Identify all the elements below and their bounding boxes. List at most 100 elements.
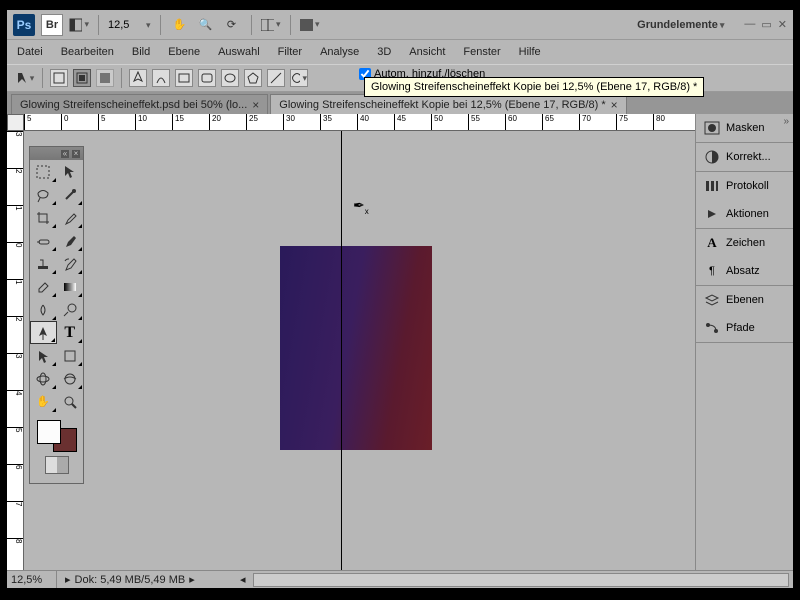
ruler-origin[interactable]: [7, 114, 24, 131]
tools-panel[interactable]: « ×: [29, 146, 84, 484]
foreground-color-swatch[interactable]: [37, 420, 61, 444]
healing-brush-tool[interactable]: [30, 229, 57, 252]
menu-3d[interactable]: 3D: [377, 46, 391, 58]
panel-masken[interactable]: Masken: [696, 114, 793, 142]
bridge-logo-icon[interactable]: Br: [41, 14, 63, 36]
ellipse-shape-icon[interactable]: [221, 69, 239, 87]
horizontal-scrollbar[interactable]: [253, 573, 789, 587]
minimize-button[interactable]: —: [744, 18, 755, 31]
menu-bearbeiten[interactable]: Bearbeiten: [61, 46, 114, 58]
info-popup-icon[interactable]: ▸: [65, 573, 71, 586]
3d-rotate-tool[interactable]: [30, 367, 57, 390]
document-tab[interactable]: Glowing Streifenscheineffekt Kopie bei 1…: [270, 94, 626, 114]
canvas-area[interactable]: 505101520253035404550556065707580 321012…: [7, 114, 695, 570]
menu-analyse[interactable]: Analyse: [320, 46, 359, 58]
panel-label: Aktionen: [726, 208, 769, 220]
close-tab-icon[interactable]: ×: [252, 98, 259, 112]
panel-collapse-icon[interactable]: »: [783, 116, 789, 127]
menu-fenster[interactable]: Fenster: [463, 46, 500, 58]
panel-pfade[interactable]: Pfade: [696, 314, 793, 342]
fill-pixels-icon[interactable]: [96, 69, 114, 87]
close-icon[interactable]: ×: [72, 150, 80, 158]
zoom-level[interactable]: 12,5%: [7, 571, 57, 588]
freeform-pen-icon[interactable]: [152, 69, 170, 87]
menu-hilfe[interactable]: Hilfe: [519, 46, 541, 58]
rounded-rect-icon[interactable]: [198, 69, 216, 87]
workspace-switcher[interactable]: Grundelemente: [631, 19, 730, 31]
paths-icon[interactable]: [73, 69, 91, 87]
close-tab-icon[interactable]: ×: [611, 98, 618, 112]
maximize-button[interactable]: ▭: [761, 18, 771, 31]
scroll-left-icon[interactable]: ◂: [237, 573, 249, 586]
rotate-view-icon[interactable]: ⟳: [222, 15, 242, 35]
panel-ebenen[interactable]: Ebenen: [696, 286, 793, 314]
close-button[interactable]: ✕: [778, 18, 787, 31]
crop-tool[interactable]: [30, 206, 57, 229]
zoom-dropdown-arrow[interactable]: [144, 19, 151, 31]
3d-orbit-tool[interactable]: [57, 367, 84, 390]
document-tooltip: Glowing Streifenscheineffekt Kopie bei 1…: [364, 77, 704, 97]
panel-absatz[interactable]: ¶Absatz: [696, 257, 793, 285]
tool-preset-picker[interactable]: [15, 68, 35, 88]
right-panels: » Masken Korrekt... Protokoll Aktionen A…: [695, 114, 793, 570]
vertical-guide[interactable]: [341, 131, 342, 570]
quick-mask-toggle[interactable]: [45, 456, 69, 474]
canvas-artwork: [280, 246, 432, 450]
hand-tool[interactable]: ✋: [30, 390, 57, 413]
panel-zeichen[interactable]: AZeichen: [696, 229, 793, 257]
line-shape-icon[interactable]: [267, 69, 285, 87]
panel-label: Zeichen: [726, 237, 765, 249]
panel-protokoll[interactable]: Protokoll: [696, 172, 793, 200]
polygon-shape-icon[interactable]: [244, 69, 262, 87]
pen-tool[interactable]: [30, 321, 57, 344]
menu-ansicht[interactable]: Ansicht: [409, 46, 445, 58]
zoom-tool-icon[interactable]: 🔍: [196, 15, 216, 35]
collapse-icon[interactable]: «: [61, 150, 69, 158]
move-tool[interactable]: [57, 160, 84, 183]
zoom-preset[interactable]: 12,5: [108, 19, 138, 31]
panel-label: Absatz: [726, 265, 760, 277]
dodge-tool[interactable]: [57, 298, 84, 321]
document-tab[interactable]: Glowing Streifenscheineffekt.psd bei 50%…: [11, 94, 268, 114]
panel-label: Masken: [726, 122, 765, 134]
type-tool[interactable]: T: [57, 321, 84, 344]
panel-aktionen[interactable]: Aktionen: [696, 200, 793, 228]
pen-tool-icon[interactable]: [129, 69, 147, 87]
horizontal-ruler[interactable]: 505101520253035404550556065707580: [24, 114, 695, 131]
custom-shape-icon[interactable]: [290, 69, 308, 87]
zoom-tool[interactable]: [57, 390, 84, 413]
menu-datei[interactable]: Datei: [17, 46, 43, 58]
info-menu-icon[interactable]: ▸: [189, 573, 195, 586]
menu-filter[interactable]: Filter: [278, 46, 302, 58]
panel-korrekturen[interactable]: Korrekt...: [696, 143, 793, 171]
clone-stamp-tool[interactable]: [30, 252, 57, 275]
history-icon: [704, 178, 720, 194]
arrange-docs-dropdown[interactable]: [261, 15, 281, 35]
eyedropper-tool[interactable]: [57, 206, 84, 229]
color-swatches[interactable]: [37, 420, 77, 452]
screen-mode-dropdown[interactable]: [300, 15, 320, 35]
magic-wand-tool[interactable]: [57, 183, 84, 206]
shape-tool[interactable]: [57, 344, 84, 367]
rectangle-shape-icon[interactable]: [175, 69, 193, 87]
eraser-tool[interactable]: [30, 275, 57, 298]
tools-panel-header[interactable]: « ×: [30, 147, 83, 160]
marquee-tool[interactable]: [30, 160, 57, 183]
gradient-tool[interactable]: [57, 275, 84, 298]
document-tab-label: Glowing Streifenscheineffekt Kopie bei 1…: [279, 99, 605, 111]
menu-ebene[interactable]: Ebene: [168, 46, 200, 58]
path-selection-tool[interactable]: [30, 344, 57, 367]
shape-layers-icon[interactable]: [50, 69, 68, 87]
blur-tool[interactable]: [30, 298, 57, 321]
photoshop-logo-icon: Ps: [13, 14, 35, 36]
brush-tool[interactable]: [57, 229, 84, 252]
lasso-tool[interactable]: [30, 183, 57, 206]
menu-bild[interactable]: Bild: [132, 46, 150, 58]
layout-dropdown[interactable]: [69, 15, 89, 35]
vertical-ruler[interactable]: 321012345678: [7, 131, 24, 570]
history-brush-tool[interactable]: [57, 252, 84, 275]
hand-tool-icon[interactable]: ✋: [170, 15, 190, 35]
menu-auswahl[interactable]: Auswahl: [218, 46, 260, 58]
document-info[interactable]: ▸Dok: 5,49 MB/5,49 MB▸: [57, 573, 237, 586]
pen-cursor-icon: ✒x: [353, 197, 369, 216]
